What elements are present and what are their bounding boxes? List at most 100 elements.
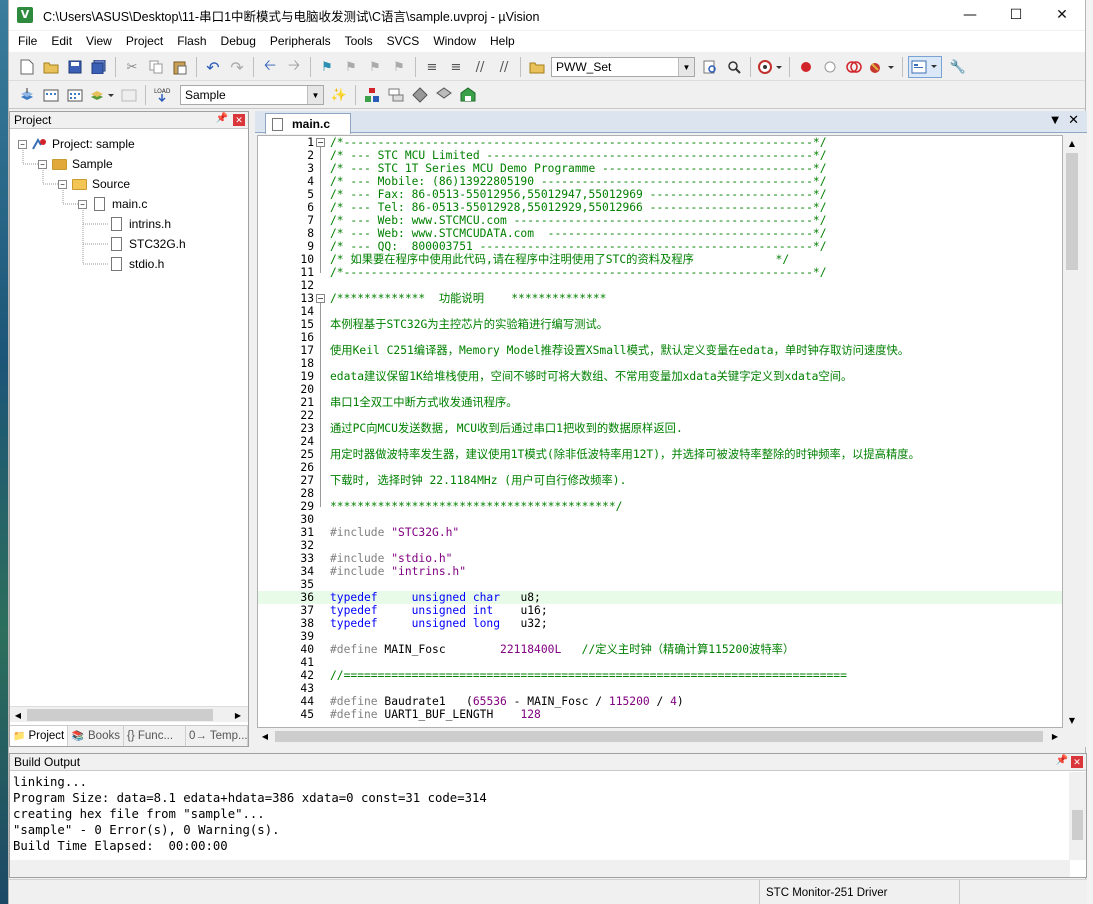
menu-tools[interactable]: Tools <box>338 31 380 52</box>
cut-icon[interactable]: ✂ <box>121 56 143 78</box>
tab-functions[interactable]: {} Func... <box>124 726 186 746</box>
menu-window[interactable]: Window <box>426 31 483 52</box>
menu-view[interactable]: View <box>79 31 119 52</box>
scroll-thumb[interactable] <box>1066 153 1078 270</box>
scroll-right-icon[interactable]: ▶ <box>230 707 246 723</box>
tab-books[interactable]: 📚 Books <box>68 726 124 746</box>
project-tree-hscroll[interactable]: ◀ ▶ <box>10 706 248 722</box>
close-icon[interactable]: ✕ <box>1071 756 1083 768</box>
menu-file[interactable]: File <box>11 31 44 52</box>
maximize-button[interactable]: ☐ <box>993 0 1039 30</box>
scroll-thumb[interactable] <box>275 731 1043 742</box>
menu-debug[interactable]: Debug <box>214 31 263 52</box>
scroll-right-icon[interactable]: ▶ <box>1047 728 1063 745</box>
save-all-icon[interactable] <box>88 56 110 78</box>
configure-tools-icon[interactable]: 🔧 <box>947 56 969 78</box>
find-in-files-icon[interactable] <box>526 56 548 78</box>
window-layout-icon[interactable] <box>908 56 942 78</box>
chevron-down-icon[interactable]: ▼ <box>678 58 694 76</box>
previous-bookmark-icon[interactable]: ⚑ <box>340 56 362 78</box>
select-packs-icon[interactable] <box>385 84 407 106</box>
scroll-thumb[interactable] <box>1072 810 1083 840</box>
close-button[interactable]: ✕ <box>1039 0 1085 30</box>
fold-collapse-icon[interactable]: − <box>316 294 325 303</box>
navigate-back-icon[interactable]: 🡠 <box>259 56 281 78</box>
menu-peripherals[interactable]: Peripherals <box>263 31 338 52</box>
tree-item-header[interactable]: STC32G.h <box>108 234 186 254</box>
pin-icon[interactable]: 📌 <box>1056 755 1068 766</box>
find-combo[interactable]: PWW_Set ▼ <box>551 57 695 77</box>
disable-breakpoint-icon[interactable] <box>819 56 841 78</box>
stop-build-icon[interactable] <box>118 84 140 106</box>
minimize-button[interactable]: — <box>947 0 993 30</box>
uncomment-icon[interactable]: // <box>493 56 515 78</box>
undo-icon[interactable]: ↶ <box>202 56 224 78</box>
navigate-forward-icon[interactable]: 🡢 <box>283 56 305 78</box>
translate-icon[interactable] <box>16 84 38 106</box>
build-output-hscroll[interactable] <box>10 860 1070 877</box>
tree-item-folder[interactable]: − Source <box>58 174 130 194</box>
scroll-down-icon[interactable]: ▼ <box>1063 712 1081 728</box>
tree-item-header[interactable]: stdio.h <box>108 254 164 274</box>
tab-project[interactable]: 📁 Project <box>10 726 68 746</box>
kill-breakpoints-icon[interactable] <box>843 56 865 78</box>
rebuild-icon[interactable] <box>64 84 86 106</box>
unindent-icon[interactable]: ≡ <box>445 56 467 78</box>
manage-rte-icon[interactable] <box>409 84 431 106</box>
clear-bookmarks-icon[interactable]: ⚑ <box>388 56 410 78</box>
incremental-find-icon[interactable] <box>723 56 745 78</box>
pack-installer-green-icon[interactable] <box>457 84 479 106</box>
debug-session-icon[interactable] <box>756 56 784 78</box>
editor-tab-main-c[interactable]: main.c <box>265 113 351 134</box>
build-output-text[interactable]: linking... Program Size: data=8.1 edata+h… <box>13 774 1063 854</box>
save-icon[interactable] <box>64 56 86 78</box>
collapse-icon[interactable]: − <box>58 179 67 189</box>
insert-breakpoint-icon[interactable] <box>795 56 817 78</box>
comment-icon[interactable]: // <box>469 56 491 78</box>
insert-bookmark-icon[interactable]: ⚑ <box>316 56 338 78</box>
scroll-thumb[interactable] <box>27 709 213 721</box>
build-output-vscroll[interactable] <box>1069 772 1086 860</box>
scroll-left-icon[interactable]: ◀ <box>257 728 273 745</box>
menu-help[interactable]: Help <box>483 31 522 52</box>
close-tab-icon[interactable]: ✕ <box>1068 113 1079 128</box>
collapse-icon[interactable]: − <box>78 199 87 209</box>
collapse-icon[interactable]: − <box>18 139 27 149</box>
menu-svcs[interactable]: SVCS <box>380 31 427 52</box>
tree-item-project[interactable]: − Project: sample <box>18 134 135 154</box>
options-for-target-icon[interactable]: ✨ <box>328 84 350 106</box>
code-vertical-scrollbar[interactable]: ▲ ▼ <box>1063 135 1081 728</box>
tree-item-header[interactable]: intrins.h <box>108 214 171 234</box>
next-bookmark-icon[interactable]: ⚑ <box>364 56 386 78</box>
code-editor[interactable]: 1 /*-------------------------------------… <box>257 135 1063 728</box>
new-file-icon[interactable] <box>16 56 38 78</box>
close-icon[interactable]: ✕ <box>233 114 245 126</box>
chevron-down-icon[interactable]: ▼ <box>307 86 323 104</box>
pin-icon[interactable]: 📌 <box>216 113 228 124</box>
download-icon[interactable]: LOAD <box>151 84 173 106</box>
tree-item-target[interactable]: − Sample <box>38 154 113 174</box>
open-file-icon[interactable] <box>40 56 62 78</box>
copy-icon[interactable] <box>145 56 167 78</box>
build-icon[interactable] <box>40 84 62 106</box>
tree-item-file[interactable]: − main.c <box>78 194 147 214</box>
menu-flash[interactable]: Flash <box>170 31 213 52</box>
pack-installer-icon[interactable] <box>433 84 455 106</box>
collapse-icon[interactable]: − <box>38 159 47 169</box>
configure-breakpoints-icon[interactable] <box>867 56 897 78</box>
batch-build-icon[interactable] <box>88 84 116 106</box>
scroll-up-icon[interactable]: ▲ <box>1063 135 1081 151</box>
manage-project-items-icon[interactable] <box>361 84 383 106</box>
redo-icon[interactable]: ↷ <box>226 56 248 78</box>
fold-collapse-icon[interactable]: − <box>316 138 325 147</box>
target-select[interactable]: Sample ▼ <box>180 85 324 105</box>
code-horizontal-scrollbar[interactable]: ◀ ▶ <box>257 728 1063 745</box>
menu-project[interactable]: Project <box>119 31 170 52</box>
menu-edit[interactable]: Edit <box>44 31 79 52</box>
tab-templates[interactable]: 0→ Temp... <box>186 726 248 746</box>
indent-icon[interactable]: ≡ <box>421 56 443 78</box>
tab-list-dropdown-icon[interactable]: ▼ <box>1051 115 1059 126</box>
paste-icon[interactable] <box>169 56 191 78</box>
scroll-left-icon[interactable]: ◀ <box>10 707 26 723</box>
find-icon[interactable] <box>699 56 721 78</box>
